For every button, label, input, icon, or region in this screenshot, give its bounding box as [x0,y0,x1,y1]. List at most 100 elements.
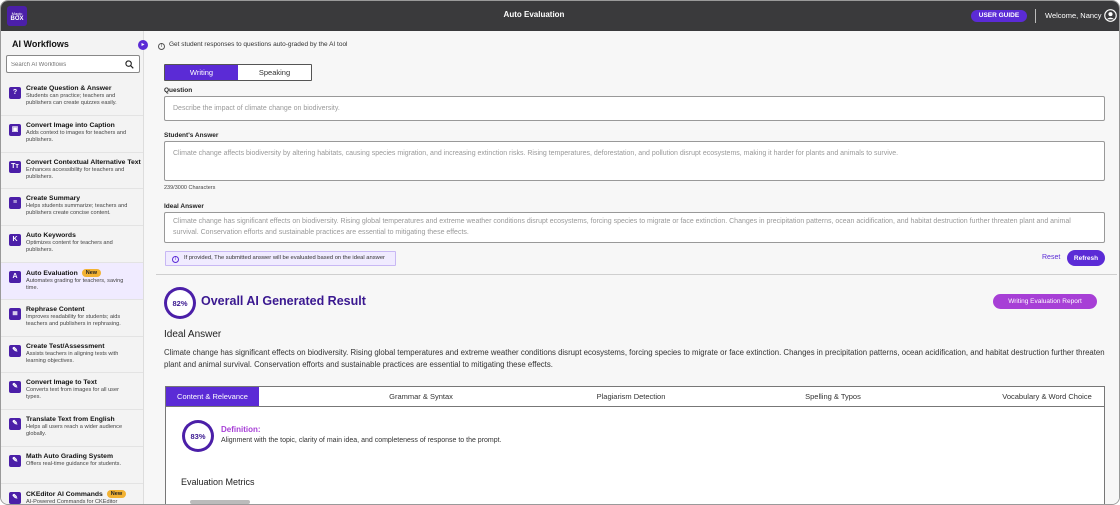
tab-content-relevance[interactable]: Content & Relevance [166,387,259,406]
answer-textarea[interactable]: Climate change affects biodiversity by a… [164,141,1105,181]
info-line: i Get student responses to questions auto… [158,41,348,50]
hint-text: If provided, The submitted answer will b… [184,255,385,261]
ideal-answer-textarea[interactable]: Climate change has significant effects o… [164,212,1105,243]
sidebar-item-label: Create Summary [26,195,81,203]
char-count: 239/3000 Characters [164,185,216,191]
sidebar-item-label: Translate Text from English [26,416,115,424]
sidebar-item-title: Create Test/Assessment [26,343,143,350]
translate-icon: ✎ [9,418,21,431]
tab-writing[interactable]: Writing [165,65,238,80]
sidebar-item-label: Auto Keywords [26,232,76,240]
welcome-text: Welcome, Nancy [1045,11,1102,20]
sidebar-item[interactable]: A Auto Evaluation New Automates grading for… [1,262,143,300]
info-icon: i [172,256,179,263]
sidebar: AI Workflows ▸ ? Create Question & Answer… [1,31,148,504]
sidebar-item[interactable]: ▣ Convert Image into Caption Adds context … [1,116,143,153]
tab-plagiarism-detection[interactable]: Plagiarism Detection [581,387,681,406]
answer-label: Student's Answer [164,132,219,139]
new-badge: New [81,268,102,277]
sidebar-item-title: Translate Text from English [26,416,143,423]
sidebar-item-title: Math Auto Grading System [26,453,143,460]
sidebar-item-description: Students can practice; teachers and publ… [26,93,117,106]
topbar-divider [1035,9,1036,23]
sidebar-item[interactable]: ≡ Create Summary Helps students summarize;… [1,189,143,227]
sidebar-item[interactable]: ✎ CKEditor AI Commands New AI-Powered Comma… [1,484,143,504]
sidebar-search [6,55,140,73]
sidebar-item-title: Create Summary [26,195,143,202]
ideal-answer-hint: i If provided, The submitted answer will … [165,251,396,266]
sidebar-item-description: Automates grading for teachers, saving t… [26,277,124,291]
math-grading-icon: ✎ [9,454,21,467]
criteria-tabs: Content & Relevance Grammar & Syntax Pla… [166,387,1104,407]
tab-grammar-syntax[interactable]: Grammar & Syntax [376,387,466,406]
arrow-right-icon[interactable]: ▸ [138,40,148,50]
sidebar-item-title: Convert Contextual Alternative Text [26,159,143,166]
refresh-button[interactable]: Refresh [1067,250,1105,266]
image-text-icon: ✎ [9,381,21,394]
sidebar-item[interactable]: ✎ Math Auto Grading System Offers real-tim… [1,447,143,484]
app-window: Magic BOX Auto Evaluation USER GUIDE Wel… [0,0,1120,505]
question-label: Question [164,87,193,94]
sidebar-item-description: Assists teachers in aligning tests with … [26,350,119,364]
sidebar-item[interactable]: ✎ Translate Text from English Helps all us… [1,410,143,447]
sidebar-item-label: Convert Contextual Alternative Text [26,158,141,166]
info-text: Get student responses to questions auto-… [169,41,348,48]
sidebar-item[interactable]: ≣ Rephrase Content Improves readability fo… [1,300,143,337]
definition-text: Alignment with the topic, clarity of mai… [221,437,502,444]
sidebar-item-label: Create Test/Assessment [26,342,105,350]
sidebar-item-description: Enhances accessibility for teachers and … [26,166,125,180]
sidebar-item[interactable]: ✎ Create Test/Assessment Assists teachers … [1,337,143,374]
overall-score-ring: 82% [164,287,196,319]
sidebar-item[interactable]: K Auto Keywords Optimizes content for teac… [1,226,143,263]
sidebar-item-title: Convert Image into Caption [26,122,143,129]
evaluation-metrics-title: Evaluation Metrics [181,477,255,487]
search-icon[interactable] [125,60,134,69]
test-icon: ✎ [9,344,21,357]
sidebar-item-description: Adds context to images for teachers and … [26,129,127,143]
reset-link[interactable]: Reset [1042,254,1060,261]
sidebar-item-description: Helps all users reach a wider audience g… [26,424,123,438]
writing-report-button[interactable]: Writing Evaluation Report [993,294,1097,309]
tab-spelling-typos[interactable]: Spelling & Typos [793,387,873,406]
workflow-list: ? Create Question & Answer Students can pr… [1,79,143,504]
ideal-answer-label: Ideal Answer [164,203,204,210]
overall-result-title: Overall AI Generated Result [201,294,366,308]
tab-vocabulary-word-choice[interactable]: Vocabulary & Word Choice [991,387,1103,406]
criterion-score-ring: 83% [182,420,214,452]
sidebar-item-description: Optimizes content for teachers and publi… [26,240,113,254]
sidebar-item-label: Rephrase Content [26,305,85,313]
sidebar-item[interactable]: Tт Convert Contextual Alternative Text Enh… [1,153,143,190]
summary-icon: ≡ [9,197,21,210]
question-input[interactable]: Describe the impact of climate change on… [164,96,1105,121]
user-circle-icon[interactable] [1104,9,1117,22]
sidebar-item-description: Converts text from images for all user t… [26,387,119,401]
rephrase-icon: ≣ [9,307,21,320]
sidebar-item-label: Convert Image into Caption [26,121,115,129]
top-bar: Magic BOX Auto Evaluation USER GUIDE Wel… [1,1,1119,31]
sidebar-item-label: CKEditor AI Commands [26,490,103,498]
ideal-answer-heading: Ideal Answer [164,329,222,340]
sidebar-item[interactable]: ✎ Convert Image to Text Converts text from… [1,373,143,411]
overall-score: 82% [167,290,193,316]
sidebar-item-label: Convert Image to Text [26,379,97,387]
definition-title: Definition: [221,425,261,434]
sidebar-item-title: Convert Image to Text [26,379,143,386]
search-input[interactable] [11,59,121,70]
sidebar-title: AI Workflows [12,39,69,49]
sidebar-item-label: Auto Evaluation [26,269,78,277]
sidebar-item[interactable]: ? Create Question & Answer Students can pr… [1,79,143,116]
sidebar-item-description: Improves readability for students; aids … [26,313,121,327]
ckeditor-icon: ✎ [9,491,21,504]
alt-text-icon: Tт [9,160,21,173]
tab-speaking[interactable]: Speaking [238,65,311,80]
sidebar-item-title: Auto Keywords [26,232,143,239]
info-icon: i [158,43,165,50]
sidebar-item-title: Auto Evaluation New [26,268,143,277]
section-divider [156,274,1117,275]
sidebar-item-description: Offers real-time guidance for students. [26,460,122,467]
sidebar-item-title: Create Question & Answer [26,85,143,92]
sidebar-item-label: Math Auto Grading System [26,452,113,460]
auto-evaluation-icon: A [9,270,21,283]
metric-row-clipped [190,500,250,504]
user-guide-button[interactable]: USER GUIDE [971,10,1027,22]
